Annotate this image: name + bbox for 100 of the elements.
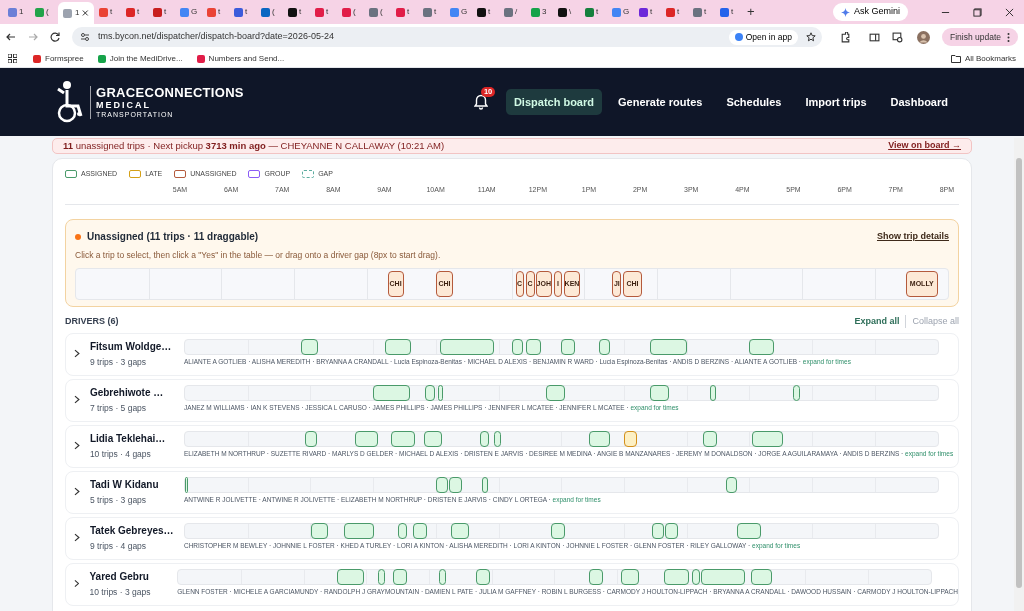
trip-chip[interactable]	[482, 477, 489, 494]
browser-tab[interactable]: t	[716, 2, 742, 22]
browser-tab[interactable]: G	[176, 2, 202, 22]
trip-chip[interactable]	[436, 477, 449, 494]
chevron-icon[interactable]	[74, 579, 80, 589]
nav-link[interactable]: Dashboard	[882, 88, 956, 116]
browser-tab[interactable]: (	[338, 2, 364, 22]
trip-chip[interactable]	[737, 523, 762, 540]
nav-link[interactable]: Import trips	[797, 88, 875, 116]
browser-tab[interactable]: t	[473, 2, 499, 22]
chevron-icon[interactable]	[74, 349, 80, 359]
browser-tab[interactable]: t	[122, 2, 148, 22]
browser-tab[interactable]: t	[95, 2, 121, 22]
bell-icon[interactable]	[473, 94, 488, 110]
browser-tab[interactable]: t	[149, 2, 175, 22]
trip-chip[interactable]	[651, 523, 664, 540]
trip-chip[interactable]	[691, 569, 700, 586]
close-icon[interactable]	[1005, 7, 1014, 17]
trip-chip[interactable]	[398, 523, 408, 540]
trip-chip[interactable]	[476, 569, 491, 586]
chevron-icon[interactable]	[74, 395, 80, 405]
open-in-app-button[interactable]: Open in app	[728, 29, 798, 45]
trip-chip[interactable]	[413, 523, 428, 540]
trip-chip[interactable]	[494, 431, 502, 448]
restore-icon[interactable]	[973, 7, 982, 17]
browser-tab[interactable]: (	[365, 2, 391, 22]
browser-tab[interactable]: t	[203, 2, 229, 22]
finish-update-button[interactable]: Finish update	[941, 28, 1018, 46]
trip-chip[interactable]	[355, 431, 379, 448]
browser-tab[interactable]: t	[311, 2, 337, 22]
all-bookmarks-button[interactable]: All Bookmarks	[950, 52, 1016, 65]
forward-icon[interactable]	[28, 32, 38, 42]
trip-chip[interactable]	[560, 339, 575, 356]
trip-chip[interactable]	[750, 569, 772, 586]
browser-tab[interactable]: t	[419, 2, 445, 22]
nav-link[interactable]: Generate routes	[610, 88, 711, 116]
scrollbar[interactable]	[1014, 138, 1024, 611]
browser-tab[interactable]: t	[392, 2, 418, 22]
trip-chip[interactable]	[649, 339, 687, 356]
trip-chip[interactable]	[343, 523, 374, 540]
trip-chip[interactable]	[377, 569, 385, 586]
star-icon[interactable]	[805, 32, 816, 42]
browser-tab[interactable]: 1	[58, 2, 94, 24]
chevron-icon[interactable]	[74, 533, 80, 543]
browser-tab[interactable]: t	[689, 2, 715, 22]
trip-chip[interactable]	[663, 569, 689, 586]
trip-chip[interactable]	[184, 477, 188, 494]
bookmark-link[interactable]: Formspree	[33, 52, 84, 65]
close-icon[interactable]	[82, 9, 89, 17]
trip-chip[interactable]	[449, 477, 463, 494]
trip-chip[interactable]	[588, 431, 610, 448]
trip-chip[interactable]	[702, 431, 717, 448]
trip-chip[interactable]	[700, 569, 745, 586]
apps-icon[interactable]	[8, 54, 17, 63]
browser-tab[interactable]: \	[554, 2, 580, 22]
trip-chip[interactable]	[336, 569, 364, 586]
trip-chip[interactable]	[512, 339, 524, 356]
trip-chip[interactable]	[550, 523, 565, 540]
browser-tab[interactable]: 1	[4, 2, 30, 22]
browser-tab[interactable]: t	[581, 2, 607, 22]
trip-chip[interactable]	[451, 523, 470, 540]
back-icon[interactable]	[6, 32, 16, 42]
site-settings-icon[interactable]	[80, 32, 90, 42]
browser-tab[interactable]: t	[662, 2, 688, 22]
trip-chip[interactable]	[392, 569, 407, 586]
trip-chip[interactable]	[649, 385, 669, 402]
nav-link[interactable]: Schedules	[718, 88, 790, 116]
browser-tab[interactable]: 3	[527, 2, 553, 22]
trip-chip[interactable]	[545, 385, 565, 402]
trip-chip[interactable]	[480, 431, 490, 448]
avatar-icon[interactable]	[916, 30, 930, 44]
browser-tab[interactable]: (	[257, 2, 283, 22]
trip-chip[interactable]	[620, 569, 639, 586]
extensions-icon[interactable]	[839, 31, 851, 43]
bookmark-link[interactable]: Numbers and Send...	[196, 52, 285, 65]
trip-chip[interactable]	[709, 385, 716, 402]
side-panel-icon[interactable]	[868, 31, 880, 43]
view-on-board-link[interactable]: View on board →	[888, 139, 961, 153]
trip-chip[interactable]	[623, 431, 637, 448]
trip-chip[interactable]	[373, 385, 411, 402]
browser-tab[interactable]: (	[31, 2, 57, 22]
browser-tab[interactable]: G	[446, 2, 472, 22]
chevron-icon[interactable]	[74, 441, 80, 451]
trip-chip[interactable]	[385, 339, 412, 356]
new-tab-button[interactable]: +	[747, 2, 755, 22]
trip-chip[interactable]	[310, 523, 328, 540]
browser-tab[interactable]: G	[608, 2, 634, 22]
trip-chip[interactable]	[749, 339, 775, 356]
trip-chip[interactable]	[664, 523, 678, 540]
trip-chip[interactable]	[439, 569, 447, 586]
show-details-link[interactable]: Show trip details	[877, 229, 949, 244]
browser-tab[interactable]: t	[230, 2, 256, 22]
trip-chip[interactable]	[425, 385, 436, 402]
trip-chip[interactable]	[424, 431, 443, 448]
trip-chip[interactable]	[440, 339, 495, 356]
reload-icon[interactable]	[50, 32, 60, 42]
browser-tab[interactable]: t	[635, 2, 661, 22]
trip-chip[interactable]	[589, 569, 604, 586]
trip-chip[interactable]	[526, 339, 542, 356]
expand-all-button[interactable]: Expand all	[854, 314, 907, 329]
